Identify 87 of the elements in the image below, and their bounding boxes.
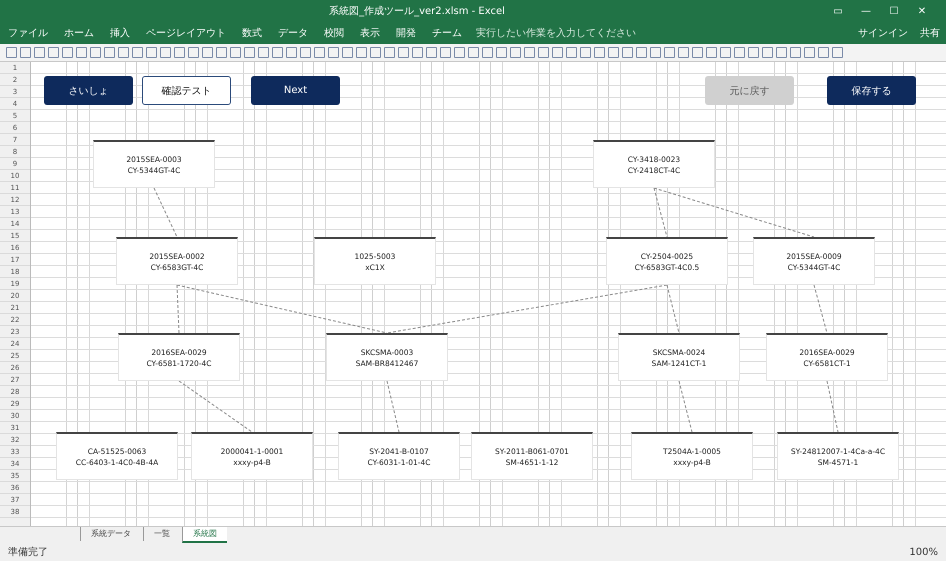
toolbar-icon[interactable] bbox=[118, 47, 129, 58]
toolbar-icon[interactable] bbox=[818, 47, 829, 58]
sheet-tab[interactable]: 系統図 bbox=[182, 527, 227, 543]
toolbar-icon[interactable] bbox=[720, 47, 731, 58]
macro-button[interactable]: さいしょ bbox=[44, 76, 133, 105]
toolbar-icon[interactable] bbox=[76, 47, 87, 58]
zoom-level: 100% bbox=[909, 546, 938, 558]
macro-button[interactable]: Next bbox=[251, 76, 340, 105]
window-control[interactable]: — bbox=[852, 6, 880, 16]
toolbar-icon[interactable] bbox=[706, 47, 717, 58]
sheet-tab[interactable]: 一覧 bbox=[143, 527, 180, 541]
toolbar-icon[interactable] bbox=[804, 47, 815, 58]
toolbar-icon[interactable] bbox=[384, 47, 395, 58]
tell-me-field[interactable]: 実行したい作業を入力してください bbox=[476, 26, 846, 40]
share-button[interactable]: 共有 bbox=[920, 26, 940, 40]
ribbon-tab[interactable]: ページレイアウト bbox=[144, 24, 228, 42]
toolbar-icon[interactable] bbox=[34, 47, 45, 58]
toolbar-icon[interactable] bbox=[594, 47, 605, 58]
ribbon-tab[interactable]: データ bbox=[276, 24, 310, 42]
window-control[interactable]: ✕ bbox=[908, 6, 936, 16]
window-control[interactable]: ☐ bbox=[880, 6, 908, 16]
toolbar-icon[interactable] bbox=[790, 47, 801, 58]
toolbar-icon[interactable] bbox=[20, 47, 31, 58]
toolbar-icon[interactable] bbox=[608, 47, 619, 58]
toolbar-icon[interactable] bbox=[510, 47, 521, 58]
toolbar-icon[interactable] bbox=[412, 47, 423, 58]
toolbar-icon[interactable] bbox=[216, 47, 227, 58]
toolbar-icon[interactable] bbox=[440, 47, 451, 58]
ribbon-tab[interactable]: ホーム bbox=[62, 24, 96, 42]
toolbar-icon[interactable] bbox=[650, 47, 661, 58]
ribbon-tab[interactable]: ファイル bbox=[6, 24, 50, 42]
toolbar-icon[interactable] bbox=[160, 47, 171, 58]
toolbar-icon[interactable] bbox=[426, 47, 437, 58]
toolbar-icon[interactable] bbox=[230, 47, 241, 58]
toolbar-icon[interactable] bbox=[132, 47, 143, 58]
toolbar-icon[interactable] bbox=[832, 47, 843, 58]
toolbar-icon[interactable] bbox=[664, 47, 675, 58]
toolbar-icon[interactable] bbox=[454, 47, 465, 58]
toolbar-icon[interactable] bbox=[776, 47, 787, 58]
toolbar-icon[interactable] bbox=[342, 47, 353, 58]
ribbon-tab[interactable]: 校閲 bbox=[322, 24, 346, 42]
toolbar-icon[interactable] bbox=[6, 47, 17, 58]
toolbar-icon[interactable] bbox=[762, 47, 773, 58]
toolbar-icon[interactable] bbox=[538, 47, 549, 58]
toolbar-icon[interactable] bbox=[370, 47, 381, 58]
toolbar-icon[interactable] bbox=[286, 47, 297, 58]
toolbar-icon[interactable] bbox=[300, 47, 311, 58]
macro-button[interactable]: 確認テスト bbox=[142, 76, 231, 105]
toolbar-icon[interactable] bbox=[468, 47, 479, 58]
toolbar-icon[interactable] bbox=[692, 47, 703, 58]
ribbon-tab[interactable]: チーム bbox=[430, 24, 464, 42]
toolbar-icon[interactable] bbox=[356, 47, 367, 58]
ribbon-tab[interactable]: 開発 bbox=[394, 24, 418, 42]
status-text: 準備完了 bbox=[8, 546, 48, 559]
ribbon-tab[interactable]: 挿入 bbox=[108, 24, 132, 42]
window-title: 系統図_作成ツール_ver2.xlsm - Excel bbox=[328, 4, 506, 18]
toolbar-icon[interactable] bbox=[202, 47, 213, 58]
macro-button[interactable]: 保存する bbox=[827, 76, 916, 105]
toolbar-icon[interactable] bbox=[678, 47, 689, 58]
toolbar-icon[interactable] bbox=[174, 47, 185, 58]
toolbar-icon[interactable] bbox=[146, 47, 157, 58]
toolbar-icon[interactable] bbox=[188, 47, 199, 58]
toolbar-icon[interactable] bbox=[552, 47, 563, 58]
toolbar-icon[interactable] bbox=[566, 47, 577, 58]
window-control[interactable]: ▭ bbox=[824, 6, 852, 16]
toolbar-icon[interactable] bbox=[328, 47, 339, 58]
ribbon-tab[interactable]: 表示 bbox=[358, 24, 382, 42]
toolbar-icon[interactable] bbox=[244, 47, 255, 58]
toolbar-icon[interactable] bbox=[104, 47, 115, 58]
toolbar-icon[interactable] bbox=[496, 47, 507, 58]
toolbar-icon[interactable] bbox=[90, 47, 101, 58]
toolbar-icon[interactable] bbox=[524, 47, 535, 58]
signin-link[interactable]: サインイン bbox=[858, 26, 908, 40]
toolbar-icon[interactable] bbox=[748, 47, 759, 58]
toolbar-icon[interactable] bbox=[580, 47, 591, 58]
toolbar-icon[interactable] bbox=[62, 47, 73, 58]
toolbar-icon[interactable] bbox=[48, 47, 59, 58]
toolbar-icon[interactable] bbox=[272, 47, 283, 58]
toolbar-icon[interactable] bbox=[398, 47, 409, 58]
sheet-tab[interactable]: 系統データ bbox=[80, 527, 141, 541]
toolbar-icon[interactable] bbox=[258, 47, 269, 58]
toolbar-icon[interactable] bbox=[734, 47, 745, 58]
toolbar-icon[interactable] bbox=[482, 47, 493, 58]
toolbar-icon[interactable] bbox=[314, 47, 325, 58]
toolbar-icon[interactable] bbox=[622, 47, 633, 58]
ribbon-tab[interactable]: 数式 bbox=[240, 24, 264, 42]
toolbar-icon[interactable] bbox=[636, 47, 647, 58]
